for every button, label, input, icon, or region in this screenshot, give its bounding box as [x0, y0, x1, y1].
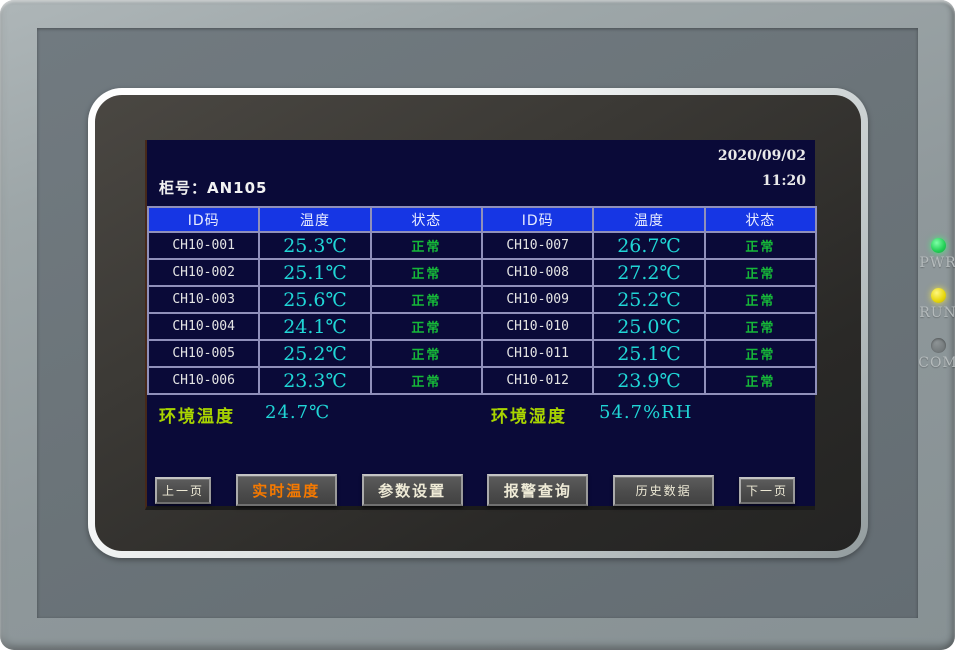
- channel-id: CH10-012: [482, 367, 593, 394]
- channel-status: 正常: [705, 259, 816, 286]
- led-indicator-pwr: PWR: [909, 238, 955, 271]
- channel-id: CH10-004: [148, 313, 259, 340]
- table-row: CH10-00424.1℃正常CH10-01025.0℃正常: [148, 313, 816, 340]
- next-page-button[interactable]: 下一页: [739, 477, 795, 504]
- channel-temperature: 25.1℃: [259, 259, 370, 286]
- column-header: 状态: [705, 207, 816, 232]
- channel-temperature: 23.9℃: [593, 367, 704, 394]
- column-header: 状态: [371, 207, 482, 232]
- date-display: 2020/09/02: [718, 144, 806, 169]
- table-row: CH10-00525.2℃正常CH10-01125.1℃正常: [148, 340, 816, 367]
- status-led-column: PWR RUN COM: [909, 238, 955, 388]
- led-label: COM: [909, 355, 955, 371]
- column-header: ID码: [482, 207, 593, 232]
- alarm-query-button[interactable]: 报警查询: [487, 474, 588, 506]
- channel-id: CH10-003: [148, 286, 259, 313]
- channel-id: CH10-005: [148, 340, 259, 367]
- prev-page-button[interactable]: 上一页: [155, 477, 211, 504]
- environment-readings: 环境温度 24.7℃ 环境湿度 54.7%RH: [147, 402, 817, 428]
- channel-id: CH10-011: [482, 340, 593, 367]
- channel-status: 正常: [705, 286, 816, 313]
- channel-status: 正常: [371, 232, 482, 259]
- channel-id: CH10-006: [148, 367, 259, 394]
- channel-status: 正常: [705, 232, 816, 259]
- channel-temperature: 25.2℃: [259, 340, 370, 367]
- ambient-temperature-label: 环境温度: [159, 402, 235, 427]
- table-row: CH10-00623.3℃正常CH10-01223.9℃正常: [148, 367, 816, 394]
- time-display: 11:20: [718, 169, 806, 194]
- channel-temperature: 23.3℃: [259, 367, 370, 394]
- channel-id: CH10-010: [482, 313, 593, 340]
- datetime-display: 2020/09/02 11:20: [718, 144, 806, 193]
- channel-status: 正常: [371, 367, 482, 394]
- ambient-humidity-label: 环境湿度: [491, 402, 567, 427]
- lcd-screen: 2020/09/02 11:20 柜号：AN105 ID码温度状态ID码温度状态…: [145, 140, 815, 510]
- parameter-settings-button[interactable]: 参数设置: [362, 474, 463, 506]
- channel-id: CH10-007: [482, 232, 593, 259]
- cabinet-number-label: 柜号：AN105: [159, 177, 267, 198]
- channel-id: CH10-002: [148, 259, 259, 286]
- channel-temperature: 25.6℃: [259, 286, 370, 313]
- column-header: 温度: [259, 207, 370, 232]
- table-row: CH10-00125.3℃正常CH10-00726.7℃正常: [148, 232, 816, 259]
- channel-status: 正常: [705, 367, 816, 394]
- channel-status: 正常: [371, 259, 482, 286]
- realtime-temperature-button[interactable]: 实时温度: [236, 474, 337, 506]
- channel-temperature: 27.2℃: [593, 259, 704, 286]
- led-label: PWR: [909, 255, 955, 271]
- led-indicator-run: RUN: [909, 288, 955, 321]
- channel-status: 正常: [371, 340, 482, 367]
- com-led-icon: [931, 338, 946, 353]
- channel-temperature: 25.0℃: [593, 313, 704, 340]
- column-header: ID码: [148, 207, 259, 232]
- channel-id: CH10-009: [482, 286, 593, 313]
- ambient-humidity-value: 54.7%RH: [599, 402, 692, 423]
- pwr-led-icon: [931, 238, 946, 253]
- channel-status: 正常: [371, 286, 482, 313]
- channel-id: CH10-001: [148, 232, 259, 259]
- led-indicator-com: COM: [909, 338, 955, 371]
- table-row: CH10-00225.1℃正常CH10-00827.2℃正常: [148, 259, 816, 286]
- column-header: 温度: [593, 207, 704, 232]
- channel-status: 正常: [705, 340, 816, 367]
- nav-button-row: 上一页实时温度参数设置报警查询历史数据下一页: [155, 472, 795, 508]
- channel-temperature-table: ID码温度状态ID码温度状态CH10-00125.3℃正常CH10-00726.…: [147, 206, 817, 395]
- channel-temperature: 24.1℃: [259, 313, 370, 340]
- channel-temperature: 26.7℃: [593, 232, 704, 259]
- ambient-temperature-value: 24.7℃: [265, 402, 330, 423]
- channel-temperature: 25.1℃: [593, 340, 704, 367]
- channel-status: 正常: [371, 313, 482, 340]
- table-row: CH10-00325.6℃正常CH10-00925.2℃正常: [148, 286, 816, 313]
- channel-temperature: 25.3℃: [259, 232, 370, 259]
- led-label: RUN: [909, 305, 955, 321]
- table-header-row: ID码温度状态ID码温度状态: [148, 207, 816, 232]
- channel-status: 正常: [705, 313, 816, 340]
- history-data-button[interactable]: 历史数据: [613, 475, 714, 506]
- channel-temperature: 25.2℃: [593, 286, 704, 313]
- hmi-panel: PWRRUNCOM 2020/09/02 11:20 柜号：AN105 ID码温…: [0, 0, 955, 650]
- channel-id: CH10-008: [482, 259, 593, 286]
- run-led-icon: [931, 288, 946, 303]
